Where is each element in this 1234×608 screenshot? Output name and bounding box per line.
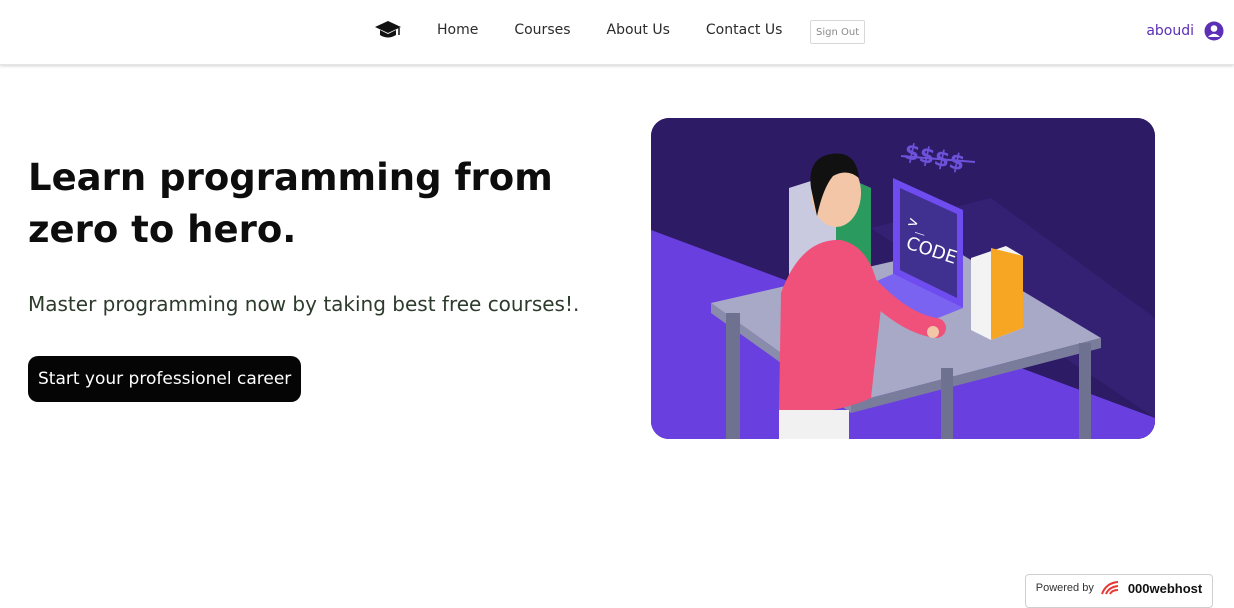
powered-by-label: Powered by <box>1035 582 1094 594</box>
webhost-logo-icon <box>1100 581 1118 595</box>
nav-about-link[interactable]: About Us <box>607 22 670 38</box>
nav-contact-link[interactable]: Contact Us <box>706 22 782 38</box>
programmer-illustration: $$$$ >_ CODE <box>651 118 1155 439</box>
graduation-cap-icon[interactable] <box>374 18 402 42</box>
user-menu[interactable]: aboudi <box>1146 21 1224 41</box>
powered-by-badge[interactable]: Powered by 000webhost <box>1025 574 1213 608</box>
username-label[interactable]: aboudi <box>1146 23 1194 39</box>
nav-home-link[interactable]: Home <box>437 22 478 38</box>
nav-courses-link[interactable]: Courses <box>514 22 570 38</box>
start-career-button[interactable]: Start your professionel career <box>28 356 302 402</box>
user-circle-icon[interactable] <box>1204 21 1224 41</box>
hero-illustration: $$$$ >_ CODE <box>651 118 1155 439</box>
nav-links: Home Courses About Us Contact Us <box>437 22 818 38</box>
hero-title: Learn programming from zero to hero. <box>28 156 553 251</box>
sign-out-button[interactable]: Sign Out <box>810 20 866 44</box>
hero-subtitle: Master programming now by taking best fr… <box>28 292 580 316</box>
webhost-brand: 000webhost <box>1127 580 1203 596</box>
top-navbar: Home Courses About Us Contact Us Sign Ou… <box>0 0 1234 65</box>
